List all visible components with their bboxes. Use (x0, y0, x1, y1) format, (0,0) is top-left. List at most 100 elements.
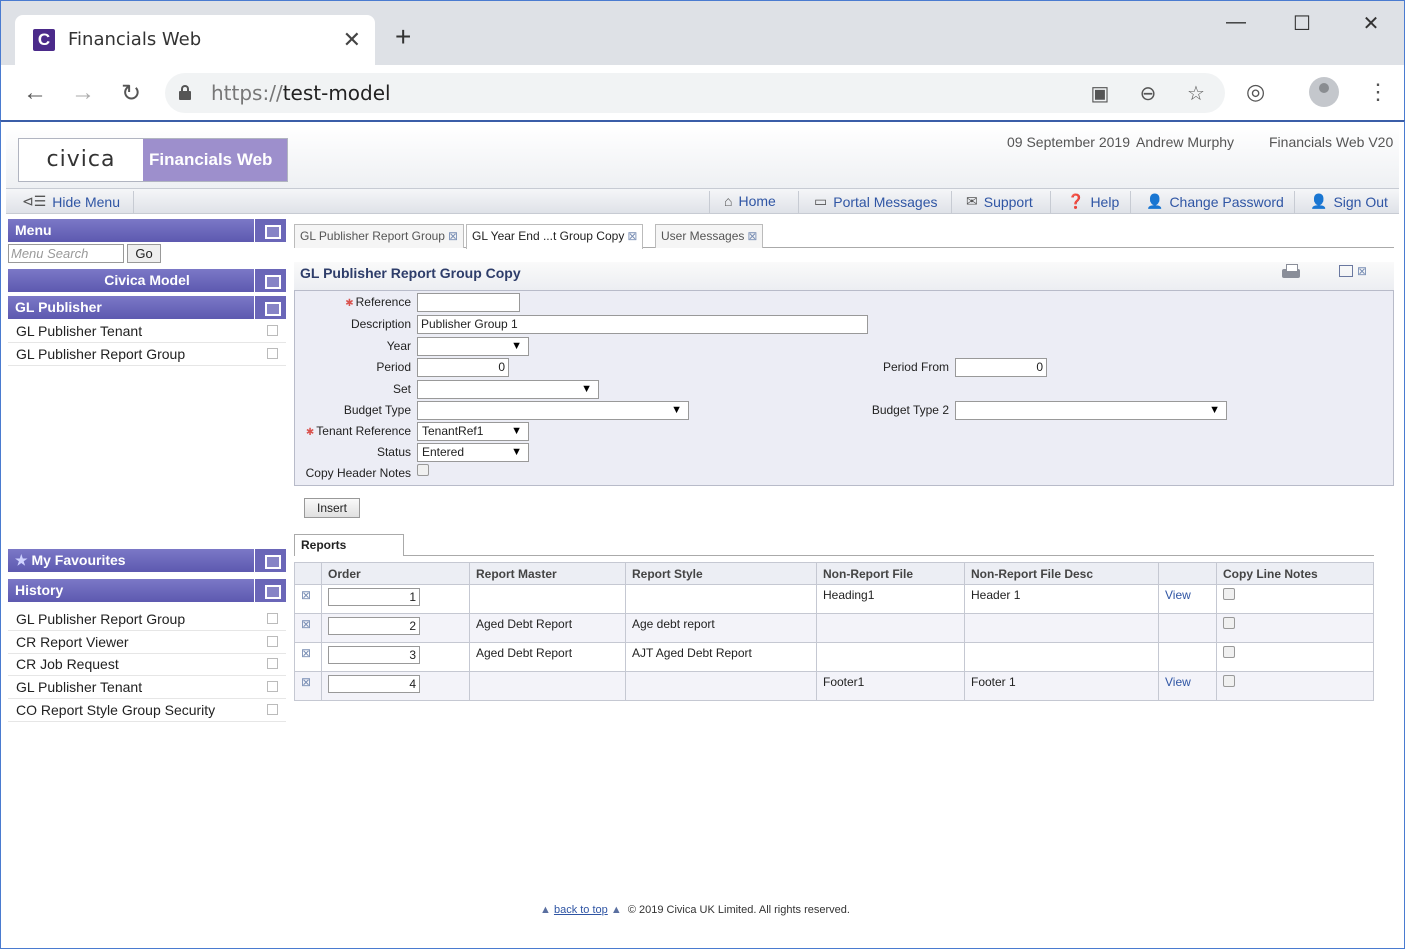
dropdown-arrow-icon: ▼ (511, 425, 522, 437)
tab-gl-publisher-report-group[interactable]: GL Publisher Report Group ⊠ (294, 224, 465, 248)
tenant-reference-select[interactable]: TenantRef1 ▼ (417, 422, 529, 441)
tab-gl-year-end-copy[interactable]: GL Year End ...t Group Copy ⊠ (466, 224, 644, 249)
copy-header-notes-checkbox[interactable] (417, 464, 429, 476)
favourites-window-icon[interactable] (254, 549, 286, 572)
zoom-out-icon[interactable]: ⊖ (1135, 81, 1161, 106)
window-icon[interactable] (1339, 265, 1353, 277)
header-version: Financials Web V20 (1269, 134, 1394, 150)
sign-out-link[interactable]: 👤 Sign Out (1310, 193, 1388, 210)
history-item[interactable]: GL Publisher Report Group (8, 608, 286, 631)
portal-messages-link[interactable]: ▭ Portal Messages (814, 193, 938, 210)
budget-type-2-select[interactable]: ▼ (955, 401, 1227, 420)
menu-window-icon[interactable] (254, 219, 286, 242)
reload-icon[interactable]: ↻ (116, 79, 146, 108)
order-field[interactable]: 1 (328, 588, 420, 606)
browser-menu-icon[interactable]: ⋮ (1367, 79, 1389, 105)
column-header: Report Style (625, 562, 817, 585)
model-window-icon[interactable] (254, 269, 286, 292)
blocked-popup-icon[interactable]: ▣ (1087, 81, 1113, 106)
delete-row-icon[interactable]: ⊠ (301, 617, 311, 631)
view-link[interactable]: View (1165, 588, 1191, 602)
app-name-logo: Financials Web (143, 139, 287, 181)
menu-search-input[interactable]: Menu Search (8, 244, 124, 263)
budget-type-select[interactable]: ▼ (417, 401, 689, 420)
year-select[interactable]: ▼ (417, 337, 529, 356)
copy-line-notes-checkbox[interactable] (1223, 675, 1235, 687)
history-window-icon[interactable] (254, 579, 286, 602)
copy-line-notes-checkbox[interactable] (1223, 646, 1235, 658)
copy-line-notes-checkbox[interactable] (1223, 588, 1235, 600)
reports-table: Order Report Master Report Style Non-Rep… (294, 562, 1374, 701)
order-field[interactable]: 3 (328, 646, 420, 664)
address-bar[interactable]: https://test-model ▣ ⊖ ☆ (165, 73, 1225, 113)
reference-field[interactable] (417, 293, 520, 312)
status-select[interactable]: Entered ▼ (417, 443, 529, 462)
new-tab-icon[interactable]: + (395, 23, 411, 51)
minimize-icon[interactable]: — (1221, 11, 1251, 34)
back-to-top-link[interactable]: back to top (554, 904, 608, 916)
browser-toolbar: ← → ↻ https://test-model ▣ ⊖ ☆ ◎ ⋮ (1, 65, 1404, 121)
profile-avatar-icon[interactable] (1309, 77, 1339, 107)
maximize-icon[interactable]: ☐ (1287, 11, 1317, 36)
report-style-cell: AJT Aged Debt Report (625, 642, 817, 672)
set-select[interactable]: ▼ (417, 380, 599, 399)
history-item[interactable]: CR Job Request (8, 653, 286, 676)
browser-tab[interactable]: C Financials Web ✕ (15, 15, 375, 65)
app-window: civica Financials Web 09 September 2019 … (0, 120, 1405, 949)
description-label: Description (350, 317, 411, 331)
go-button[interactable]: Go (127, 244, 161, 263)
column-header: Report Master (469, 562, 626, 585)
header-user: Andrew Murphy (1136, 134, 1235, 150)
back-arrow-icon[interactable]: ← (20, 79, 50, 107)
open-external-icon (267, 636, 278, 647)
hide-menu-button[interactable]: ⊲☰ Hide Menu (22, 193, 120, 210)
forward-arrow-icon[interactable]: → (68, 79, 98, 107)
non-report-file-cell (816, 613, 965, 643)
browser-chrome: C Financials Web ✕ + — ☐ ✕ ← → ↻ https:/… (0, 0, 1405, 121)
extension-icon[interactable]: ◎ (1246, 79, 1265, 105)
order-field[interactable]: 2 (328, 617, 420, 635)
history-item[interactable]: CR Report Viewer (8, 631, 286, 654)
report-master-cell (469, 584, 626, 614)
section-up-icon[interactable] (254, 296, 286, 319)
budget-type-2-label: Budget Type 2 (871, 403, 949, 417)
period-label: Period (376, 360, 411, 374)
delete-row-icon[interactable]: ⊠ (301, 675, 311, 689)
period-field[interactable]: 0 (417, 358, 509, 377)
tab-close-icon: ⊠ (747, 229, 758, 243)
sidebar-item-gl-publisher-report-group[interactable]: GL Publisher Report Group (8, 343, 286, 366)
tab-close-icon[interactable]: ✕ (343, 27, 361, 53)
tab-reports[interactable]: Reports (294, 534, 404, 556)
order-field[interactable]: 4 (328, 675, 420, 693)
non-report-file-cell (816, 642, 965, 672)
delete-row-icon[interactable]: ⊠ (301, 646, 311, 660)
civica-model-header[interactable]: Civica Model (8, 269, 286, 292)
form-close-icon[interactable]: ⊠ (1357, 264, 1367, 278)
insert-button[interactable]: Insert (304, 498, 360, 518)
change-password-link[interactable]: 👤 Change Password (1146, 193, 1284, 210)
dropdown-arrow-icon: ▼ (511, 446, 522, 458)
history-item[interactable]: CO Report Style Group Security (8, 699, 286, 722)
description-field[interactable]: Publisher Group 1 (417, 315, 868, 334)
help-link[interactable]: ❓ Help (1067, 193, 1119, 210)
non-report-file-desc-cell (964, 642, 1159, 672)
history-header[interactable]: History (8, 579, 286, 602)
copy-line-notes-checkbox[interactable] (1223, 617, 1235, 629)
app-header: civica Financials Web 09 September 2019 … (6, 126, 1399, 188)
delete-row-icon[interactable]: ⊠ (301, 588, 311, 602)
dropdown-arrow-icon: ▼ (581, 383, 592, 395)
print-icon[interactable] (1282, 264, 1300, 280)
report-style-cell (625, 584, 817, 614)
support-link[interactable]: ✉ Support (966, 193, 1033, 210)
history-item[interactable]: GL Publisher Tenant (8, 676, 286, 699)
bookmark-star-icon[interactable]: ☆ (1183, 81, 1209, 106)
view-link[interactable]: View (1165, 675, 1191, 689)
gl-publisher-header[interactable]: GL Publisher (8, 296, 286, 319)
home-link[interactable]: ⌂ Home (724, 193, 776, 209)
sidebar-item-gl-publisher-tenant[interactable]: GL Publisher Tenant (8, 320, 286, 343)
period-from-field[interactable]: 0 (955, 358, 1047, 377)
favourites-header[interactable]: ★ My Favourites (8, 549, 286, 572)
tab-close-icon: ⊠ (447, 229, 459, 243)
tab-user-messages[interactable]: User Messages ⊠ (655, 224, 764, 248)
window-close-icon[interactable]: ✕ (1356, 11, 1386, 36)
